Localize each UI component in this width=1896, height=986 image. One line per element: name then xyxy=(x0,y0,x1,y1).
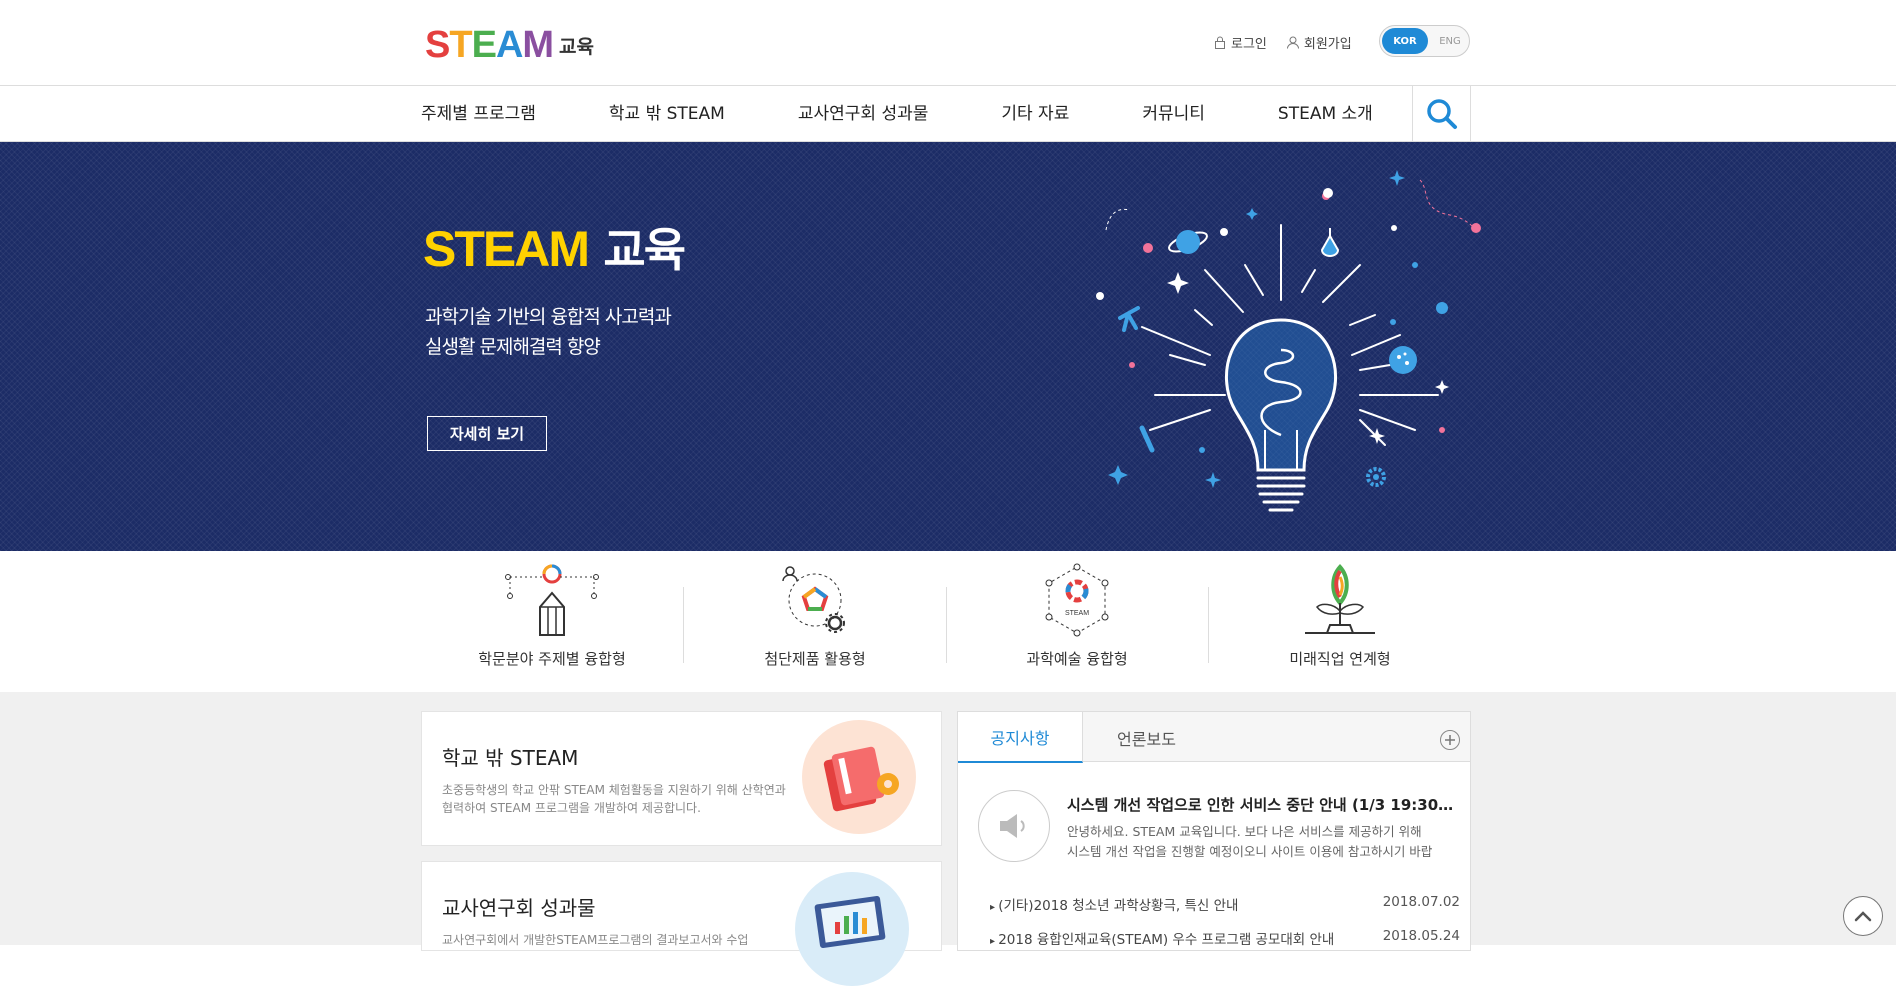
signup-label: 회원가입 xyxy=(1303,37,1352,52)
lock-icon xyxy=(1215,36,1225,49)
card-image-circle xyxy=(802,720,916,834)
steam-icon-text: STEAM xyxy=(1065,610,1089,617)
category-academic[interactable]: 학문분야 주제별 융합형 xyxy=(421,563,683,683)
main-nav: 주제별 프로그램 학교 밖 STEAM 교사연구회 성과물 기타 자료 커뮤니티… xyxy=(0,86,1896,142)
category-section: 학문분야 주제별 융합형 첨단제품 활용형 STEAM 과학예술 융합형 미래직… xyxy=(0,551,1896,692)
lightbulb-illustration xyxy=(1096,170,1481,512)
card-title: 학교 밖 STEAM xyxy=(442,746,579,770)
category-label: 미래직업 연계형 xyxy=(1289,650,1391,668)
hero-subtitle: 과학기술 기반의 융합적 사고력과 실생활 문제해결력 향양 xyxy=(425,302,672,362)
chevron-up-icon xyxy=(1854,911,1872,922)
category-label: 과학예술 융합형 xyxy=(1026,650,1128,668)
card-description: 초중등학생의 학교 안팎 STEAM 체험활동을 지원하기 위해 산학연과 협력… xyxy=(442,783,786,815)
tab-notices[interactable]: 공지사항 xyxy=(958,712,1083,763)
signup-link[interactable]: 회원가입 xyxy=(1286,33,1352,52)
lang-kor-button[interactable]: KOR xyxy=(1382,28,1428,54)
login-label: 로그인 xyxy=(1231,37,1267,52)
hero-banner: STEAM 교육 과학기술 기반의 융합적 사고력과 실생활 문제해결력 향양 … xyxy=(0,142,1896,551)
search-icon xyxy=(1426,99,1457,129)
notice-row-date: 2018.05.24 xyxy=(1382,928,1460,944)
speaker-icon xyxy=(978,790,1050,862)
scroll-top-button[interactable] xyxy=(1843,896,1883,936)
category-advanced-products[interactable]: 첨단제품 활용형 xyxy=(684,563,946,683)
hero-title-ko: 교육 xyxy=(603,223,686,277)
nav-item-teacher-results[interactable]: 교사연구회 성과물 xyxy=(798,86,929,142)
books-gear-icon xyxy=(823,746,899,812)
hero-subtitle-line2: 실생활 문제해결력 향양 xyxy=(425,336,601,358)
cycle-icon xyxy=(782,566,845,633)
pencil-icon xyxy=(505,564,599,636)
featured-notice-body-line2: 시스템 개선 작업을 진행할 예정이오니 사이트 이용에 참고하시기 바랍 xyxy=(1067,844,1433,859)
sprout-icon xyxy=(1305,564,1375,634)
logo-steam-text: STEAM xyxy=(425,24,554,66)
category-science-art[interactable]: STEAM 과학예술 융합형 xyxy=(946,563,1208,683)
category-label: 첨단제품 활용형 xyxy=(764,650,866,668)
logo-sub-text: 교육 xyxy=(559,36,595,58)
nav-item-outside-school[interactable]: 학교 밖 STEAM xyxy=(609,86,725,142)
notice-row[interactable]: 2018 융합인재교육(STEAM) 우수 프로그램 공모대회 안내 2018.… xyxy=(990,928,1460,948)
category-future-jobs[interactable]: 미래직업 연계형 xyxy=(1209,563,1471,683)
featured-notice-body: 안녕하세요. STEAM 교육입니다. 보다 나은 서비스를 제공하기 위해 시… xyxy=(1067,822,1461,862)
notice-row[interactable]: (기타)2018 청소년 과학상황극, 특신 안내 2018.07.02 xyxy=(990,894,1460,914)
notice-row-date: 2018.07.02 xyxy=(1382,894,1460,910)
hero-title: STEAM 교육 xyxy=(423,214,686,280)
notice-board: 공지사항 언론보도 시스템 개선 작업으로 인한 서비스 중단 안내 (1/3 … xyxy=(957,711,1471,951)
notice-row-title: (기타)2018 청소년 과학상황극, 특신 안내 xyxy=(990,894,1238,914)
hero-subtitle-line1: 과학기술 기반의 융합적 사고력과 xyxy=(425,306,672,328)
laptop-chart-icon xyxy=(814,896,886,948)
language-toggle[interactable]: KOR ENG xyxy=(1379,25,1470,57)
card-teacher-results[interactable]: 교사연구회 성과물 교사연구회에서 개발한STEAM프로그램의 결과보고서와 수… xyxy=(421,861,942,986)
featured-notice-title[interactable]: 시스템 개선 작업으로 인한 서비스 중단 안내 (1/3 19:30~22:0… xyxy=(1067,794,1461,815)
nav-item-about[interactable]: STEAM 소개 xyxy=(1278,86,1373,142)
card-title: 교사연구회 성과물 xyxy=(442,896,596,920)
nav-item-community[interactable]: 커뮤니티 xyxy=(1142,86,1205,142)
nav-item-other-materials[interactable]: 기타 자료 xyxy=(1001,86,1069,142)
board-tabs: 공지사항 언론보도 xyxy=(958,712,1470,763)
lang-eng-button[interactable]: ENG xyxy=(1432,28,1468,54)
search-button[interactable] xyxy=(1412,86,1471,142)
steam-hexagon-icon: STEAM xyxy=(1045,563,1109,637)
card-image-circle xyxy=(795,872,909,986)
card-outside-school[interactable]: 학교 밖 STEAM 초중등학생의 학교 안팎 STEAM 체험활동을 지원하기… xyxy=(421,711,942,846)
hero-title-en: STEAM xyxy=(423,221,590,277)
featured-notice-body-line1: 안녕하세요. STEAM 교육입니다. 보다 나은 서비스를 제공하기 위해 xyxy=(1067,824,1422,839)
notice-row-title: 2018 융합인재교육(STEAM) 우수 프로그램 공모대회 안내 xyxy=(990,928,1334,948)
top-menu: 로그인 회원가입 xyxy=(1214,33,1352,52)
hero-more-button[interactable]: 자세히 보기 xyxy=(427,416,547,451)
lower-section xyxy=(0,692,1896,945)
more-plus-icon[interactable] xyxy=(1440,730,1460,750)
user-icon xyxy=(1286,36,1299,49)
card-description: 교사연구회에서 개발한STEAM프로그램의 결과보고서와 수업 xyxy=(442,933,749,947)
tab-press[interactable]: 언론보도 xyxy=(1084,712,1209,763)
category-label: 학문분야 주제별 융합형 xyxy=(478,650,626,668)
nav-item-programs[interactable]: 주제별 프로그램 xyxy=(421,86,536,142)
login-link[interactable]: 로그인 xyxy=(1214,33,1267,52)
site-logo[interactable]: STEAM 교육 xyxy=(425,24,594,67)
site-header: STEAM 교육 로그인 회원가입 KOR ENG xyxy=(0,0,1896,86)
nav-items: 주제별 프로그램 학교 밖 STEAM 교사연구회 성과물 기타 자료 커뮤니티… xyxy=(421,86,1446,142)
